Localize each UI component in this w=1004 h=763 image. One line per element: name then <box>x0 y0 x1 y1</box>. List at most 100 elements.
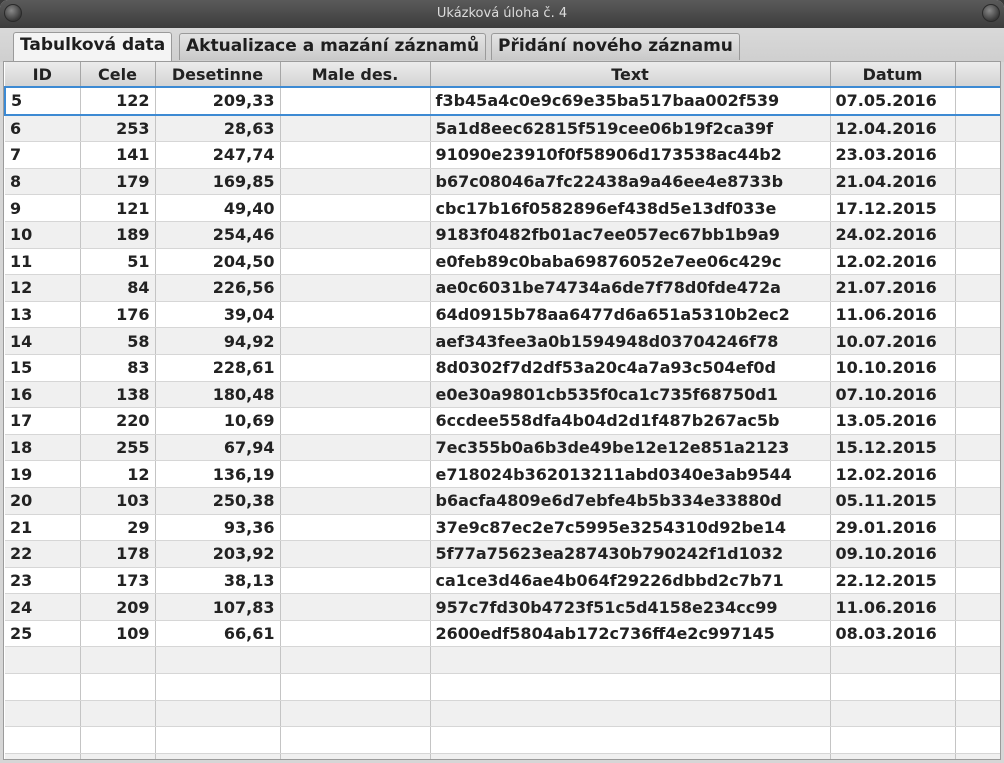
cell-text[interactable]: ca1ce3d46ae4b064f29226dbbd2c7b71 <box>430 567 831 595</box>
cell-text[interactable]: 5a1d8eec62815f519cee06b19f2ca39f <box>430 114 831 143</box>
cell-cele[interactable]: 189 <box>80 221 156 249</box>
table-row[interactable]: 23 173 38,13 ca1ce3d46ae4b064f29226dbbd2c7b… <box>5 567 1000 595</box>
cell-desetinne[interactable]: 226,56 <box>155 274 281 302</box>
table-row[interactable]: 8 179 169,85 b67c08046a7fc22438a9a46ee4e873… <box>5 168 1000 196</box>
cell-datum[interactable]: 12.04.2016 <box>830 114 956 143</box>
table-row[interactable]: 5 122 209,33 f3b45a4c0e9c69e35ba517baa002f5… <box>4 86 1000 116</box>
cell-id[interactable]: 11 <box>5 248 81 276</box>
cell-male-des[interactable] <box>280 114 431 143</box>
cell-datum[interactable]: 07.10.2016 <box>830 381 956 409</box>
table-row[interactable]: 11 51 204,50 e0feb89c0baba69876052e7ee06c42… <box>5 248 1000 276</box>
cell-male-des[interactable] <box>280 194 431 222</box>
table-row[interactable]: 6 253 28,63 5a1d8eec62815f519cee06b19f2ca39… <box>5 114 1000 143</box>
cell-desetinne[interactable]: 67,94 <box>155 434 281 462</box>
tab-update-delete[interactable]: Aktualizace a mazání záznamů <box>179 33 487 60</box>
cell-desetinne[interactable]: 136,19 <box>155 460 281 488</box>
cell-desetinne[interactable]: 204,50 <box>155 248 281 276</box>
cell-desetinne[interactable]: 247,74 <box>155 141 281 169</box>
cell-text[interactable]: 37e9c87ec2e7c5995e3254310d92be14 <box>430 514 831 542</box>
cell-text[interactable]: 5f77a75623ea287430b790242f1d1032 <box>430 540 831 568</box>
cell-cele[interactable]: 84 <box>80 274 156 302</box>
cell-text[interactable]: e0feb89c0baba69876052e7ee06c429c <box>430 248 831 276</box>
tab-add-record[interactable]: Přidání nového záznamu <box>491 33 740 60</box>
cell-id[interactable]: 21 <box>5 514 81 542</box>
cell-id[interactable]: 23 <box>5 567 81 595</box>
cell-cele[interactable]: 255 <box>80 434 156 462</box>
cell-cele[interactable]: 83 <box>80 354 156 382</box>
cell-male-des[interactable] <box>280 327 431 355</box>
cell-desetinne[interactable]: 28,63 <box>155 114 281 143</box>
cell-male-des[interactable] <box>280 407 431 435</box>
cell-text[interactable]: 8d0302f7d2df53a20c4a7a93c504ef0d <box>430 354 831 382</box>
cell-id[interactable]: 7 <box>5 141 81 169</box>
cell-desetinne[interactable]: 209,33 <box>155 86 281 116</box>
column-header-text[interactable]: Text <box>430 62 831 88</box>
table-row[interactable]: 9 121 49,40 cbc17b16f0582896ef438d5e13df033… <box>5 194 1000 222</box>
cell-text[interactable]: 6ccdee558dfa4b04d2d1f487b267ac5b <box>430 407 831 435</box>
cell-datum[interactable]: 10.07.2016 <box>830 327 956 355</box>
cell-id[interactable]: 22 <box>5 540 81 568</box>
cell-id[interactable]: 12 <box>5 274 81 302</box>
cell-id[interactable]: 9 <box>5 194 81 222</box>
cell-male-des[interactable] <box>280 168 431 196</box>
cell-datum[interactable]: 09.10.2016 <box>830 540 956 568</box>
table-row[interactable]: 21 29 93,36 37e9c87ec2e7c5995e3254310d92be1… <box>5 514 1000 542</box>
cell-datum[interactable]: 08.03.2016 <box>830 620 956 648</box>
cell-text[interactable]: aef343fee3a0b1594948d03704246f78 <box>430 327 831 355</box>
table-row[interactable]: 10 189 254,46 9183f0482fb01ac7ee057ec67bb1b… <box>5 221 1000 249</box>
cell-desetinne[interactable]: 93,36 <box>155 514 281 542</box>
cell-datum[interactable]: 12.02.2016 <box>830 460 956 488</box>
table-row[interactable]: 7 141 247,74 91090e23910f0f58906d173538ac44… <box>5 141 1000 169</box>
cell-desetinne[interactable]: 39,04 <box>155 301 281 329</box>
cell-cele[interactable]: 141 <box>80 141 156 169</box>
cell-cele[interactable]: 109 <box>80 620 156 648</box>
cell-cele[interactable]: 176 <box>80 301 156 329</box>
cell-male-des[interactable] <box>280 86 431 116</box>
table-row[interactable]: 17 220 10,69 6ccdee558dfa4b04d2d1f487b267ac… <box>5 407 1000 435</box>
column-header-datum[interactable]: Datum <box>830 62 956 88</box>
cell-cele[interactable]: 51 <box>80 248 156 276</box>
cell-id[interactable]: 6 <box>5 114 81 143</box>
cell-cele[interactable]: 122 <box>80 86 156 116</box>
cell-id[interactable]: 14 <box>5 327 81 355</box>
cell-male-des[interactable] <box>280 141 431 169</box>
table-row[interactable]: 25 109 66,61 2600edf5804ab172c736ff4e2c9971… <box>5 620 1000 648</box>
cell-text[interactable]: 64d0915b78aa6477d6a651a5310b2ec2 <box>430 301 831 329</box>
cell-id[interactable]: 16 <box>5 381 81 409</box>
cell-text[interactable]: e0e30a9801cb535f0ca1c735f68750d1 <box>430 381 831 409</box>
cell-id[interactable]: 19 <box>5 460 81 488</box>
cell-text[interactable]: ae0c6031be74734a6de7f78d0fde472a <box>430 274 831 302</box>
cell-id[interactable]: 15 <box>5 354 81 382</box>
cell-datum[interactable]: 23.03.2016 <box>830 141 956 169</box>
cell-text[interactable]: b67c08046a7fc22438a9a46ee4e8733b <box>430 168 831 196</box>
cell-text[interactable]: f3b45a4c0e9c69e35ba517baa002f539 <box>430 86 831 116</box>
cell-id[interactable]: 17 <box>5 407 81 435</box>
cell-cele[interactable]: 103 <box>80 487 156 515</box>
table-row[interactable]: 13 176 39,04 64d0915b78aa6477d6a651a5310b2e… <box>5 301 1000 329</box>
cell-male-des[interactable] <box>280 460 431 488</box>
cell-text[interactable]: b6acfa4809e6d7ebfe4b5b334e33880d <box>430 487 831 515</box>
window-menu-icon[interactable] <box>4 4 22 22</box>
cell-male-des[interactable] <box>280 487 431 515</box>
cell-cele[interactable]: 209 <box>80 593 156 621</box>
cell-id[interactable]: 13 <box>5 301 81 329</box>
table-row[interactable]: 20 103 250,38 b6acfa4809e6d7ebfe4b5b334e338… <box>5 487 1000 515</box>
cell-desetinne[interactable]: 38,13 <box>155 567 281 595</box>
cell-cele[interactable]: 220 <box>80 407 156 435</box>
cell-datum[interactable]: 07.05.2016 <box>830 86 956 116</box>
cell-datum[interactable]: 10.10.2016 <box>830 354 956 382</box>
cell-desetinne[interactable]: 169,85 <box>155 168 281 196</box>
cell-id[interactable]: 18 <box>5 434 81 462</box>
cell-datum[interactable]: 12.02.2016 <box>830 248 956 276</box>
cell-cele[interactable]: 173 <box>80 567 156 595</box>
cell-desetinne[interactable]: 66,61 <box>155 620 281 648</box>
cell-datum[interactable]: 11.06.2016 <box>830 301 956 329</box>
column-header-cele[interactable]: Cele <box>80 62 156 88</box>
cell-cele[interactable]: 178 <box>80 540 156 568</box>
cell-cele[interactable]: 121 <box>80 194 156 222</box>
cell-male-des[interactable] <box>280 301 431 329</box>
cell-cele[interactable]: 179 <box>80 168 156 196</box>
table-row[interactable]: 18 255 67,94 7ec355b0a6b3de49be12e12e851a21… <box>5 434 1000 462</box>
cell-datum[interactable]: 21.07.2016 <box>830 274 956 302</box>
cell-id[interactable]: 24 <box>5 593 81 621</box>
